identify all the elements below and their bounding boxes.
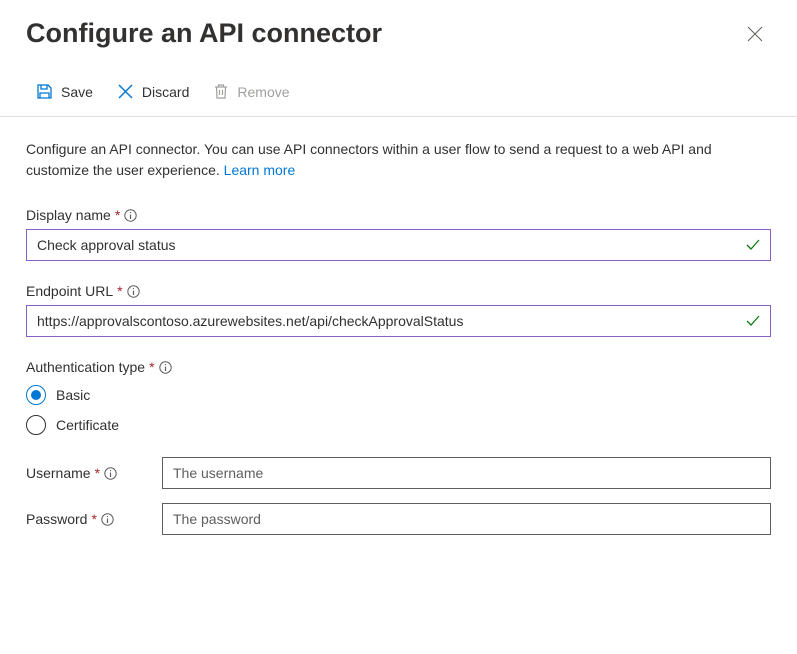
- page-title: Configure an API connector: [26, 18, 382, 49]
- discard-icon: [117, 83, 134, 100]
- close-button[interactable]: [739, 18, 771, 53]
- info-icon[interactable]: [159, 361, 172, 374]
- auth-type-basic-radio[interactable]: Basic: [26, 385, 771, 405]
- required-indicator: *: [91, 511, 96, 527]
- required-indicator: *: [95, 465, 100, 481]
- radio-icon: [26, 415, 46, 435]
- auth-type-certificate-radio[interactable]: Certificate: [26, 415, 771, 435]
- username-label: Username *: [26, 465, 144, 481]
- required-indicator: *: [149, 359, 154, 375]
- display-name-input[interactable]: [26, 229, 771, 261]
- auth-type-label: Authentication type *: [26, 359, 771, 375]
- check-icon: [745, 313, 761, 329]
- toolbar: Save Discard Remove: [0, 53, 797, 117]
- remove-button: Remove: [203, 79, 299, 104]
- password-label: Password *: [26, 511, 144, 527]
- endpoint-url-label: Endpoint URL *: [26, 283, 771, 299]
- discard-button[interactable]: Discard: [107, 79, 199, 104]
- required-indicator: *: [115, 207, 120, 223]
- info-icon[interactable]: [127, 285, 140, 298]
- info-icon[interactable]: [104, 467, 117, 480]
- trash-icon: [213, 83, 229, 100]
- info-icon[interactable]: [124, 209, 137, 222]
- save-button[interactable]: Save: [26, 79, 103, 104]
- learn-more-link[interactable]: Learn more: [224, 162, 296, 178]
- info-icon[interactable]: [101, 513, 114, 526]
- save-icon: [36, 83, 53, 100]
- radio-label: Certificate: [56, 417, 119, 433]
- description-text: Configure an API connector. You can use …: [26, 139, 771, 181]
- password-input[interactable]: [162, 503, 771, 535]
- endpoint-url-input[interactable]: [26, 305, 771, 337]
- username-input[interactable]: [162, 457, 771, 489]
- display-name-label: Display name *: [26, 207, 771, 223]
- required-indicator: *: [117, 283, 122, 299]
- save-label: Save: [61, 84, 93, 100]
- remove-label: Remove: [237, 84, 289, 100]
- discard-label: Discard: [142, 84, 189, 100]
- radio-icon: [26, 385, 46, 405]
- close-icon: [747, 26, 763, 45]
- check-icon: [745, 237, 761, 253]
- radio-label: Basic: [56, 387, 90, 403]
